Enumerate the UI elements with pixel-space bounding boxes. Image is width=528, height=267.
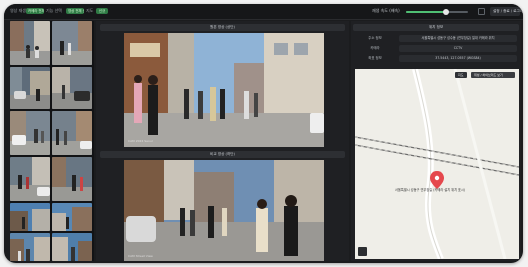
camera-thumbnail[interactable] [10, 203, 50, 231]
map-caption: 서울특별시 성동구 연무장길 (카메라 설치 위치 표시) [395, 188, 466, 192]
map-zoom-control[interactable] [358, 247, 367, 256]
info-row-address: 주소 정보 서울특별시 성동구 성수동 (연무장길) 일대 카메라 위치 [355, 35, 517, 42]
speed-label: 재생 속도 (배속) [372, 8, 400, 13]
camera-thumbnail[interactable] [52, 157, 92, 201]
top-video-watermark: CAM 2024 Seoul [128, 139, 153, 143]
location-panel: 위치 정보 주소 정보 서울특별시 성동구 성수동 (연무장길) 일대 카메라 … [351, 21, 521, 261]
map-view[interactable]: 지도 위성 / 하이브리드 보기 서울특별시 성동구 연무장길 (카메라 설치 … [355, 69, 519, 259]
map-type-button[interactable]: 지도 [455, 72, 467, 78]
app-window: 영상 재생 카메라 전체 기능 선택 영상 전체 선택 지도 신규 재생 속도 … [4, 4, 523, 263]
toolbar-label-3: 지도 [86, 8, 94, 13]
camera-all-pill[interactable]: 카메라 전체 [26, 8, 44, 14]
camera-thumbnail[interactable] [10, 157, 50, 201]
camera-thumbnail[interactable] [52, 233, 92, 261]
camera-thumbnail[interactable] [52, 21, 92, 65]
bottom-video[interactable]: CAM Street View [124, 160, 324, 261]
select-all-pill[interactable]: 영상 전체 선택 [66, 8, 84, 14]
toolbar-label-2: 기능 선택 [46, 8, 62, 13]
info-value: 37.5443, 127.0557 (WGS84) [399, 55, 517, 62]
camera-thumbnail[interactable] [10, 21, 50, 65]
info-row-camera: 카메라 CCTV [355, 45, 517, 52]
toolbar-label-1: 영상 재생 [10, 8, 26, 13]
camera-thumbnail[interactable] [52, 111, 92, 155]
speed-slider[interactable] [406, 9, 468, 15]
camera-thumbnail[interactable] [10, 233, 50, 261]
top-video[interactable]: CAM 2024 Seoul [124, 33, 324, 147]
camera-thumbnail-list [10, 21, 94, 261]
top-toolbar: 영상 재생 카메라 전체 기능 선택 영상 전체 선택 지도 신규 재생 속도 … [4, 4, 523, 20]
top-video-label: 원본 영상 (상단) [100, 24, 345, 31]
camera-thumbnail[interactable] [10, 111, 50, 155]
bottom-video-watermark: CAM Street View [128, 254, 153, 258]
info-key: 카메라 [370, 46, 380, 50]
info-key: 좌표 정보 [368, 56, 382, 60]
fullscreen-icon[interactable] [478, 8, 485, 15]
camera-thumbnail[interactable] [10, 67, 50, 109]
speed-slider-fill [406, 11, 446, 13]
video-panel: 원본 영상 (상단) CAM 2024 Seoul 비교 영상 (하단) CAM… [96, 21, 349, 261]
bottom-video-label: 비교 영상 (하단) [100, 151, 345, 158]
new-pill[interactable]: 신규 [96, 8, 108, 14]
speed-slider-knob[interactable] [443, 9, 449, 15]
settings-button[interactable]: 설정 / 종료 / 로그아웃 [490, 7, 523, 16]
info-key: 주소 정보 [368, 36, 382, 40]
camera-thumbnail[interactable] [52, 67, 92, 109]
satellite-button[interactable]: 위성 / 하이브리드 보기 [471, 72, 515, 78]
camera-thumbnail[interactable] [52, 203, 92, 231]
info-value: CCTV [399, 45, 517, 52]
info-value: 서울특별시 성동구 성수동 (연무장길) 일대 카메라 위치 [399, 35, 517, 42]
location-header: 위치 정보 [353, 24, 519, 31]
info-row-coordinates: 좌표 정보 37.5443, 127.0557 (WGS84) [355, 55, 517, 62]
